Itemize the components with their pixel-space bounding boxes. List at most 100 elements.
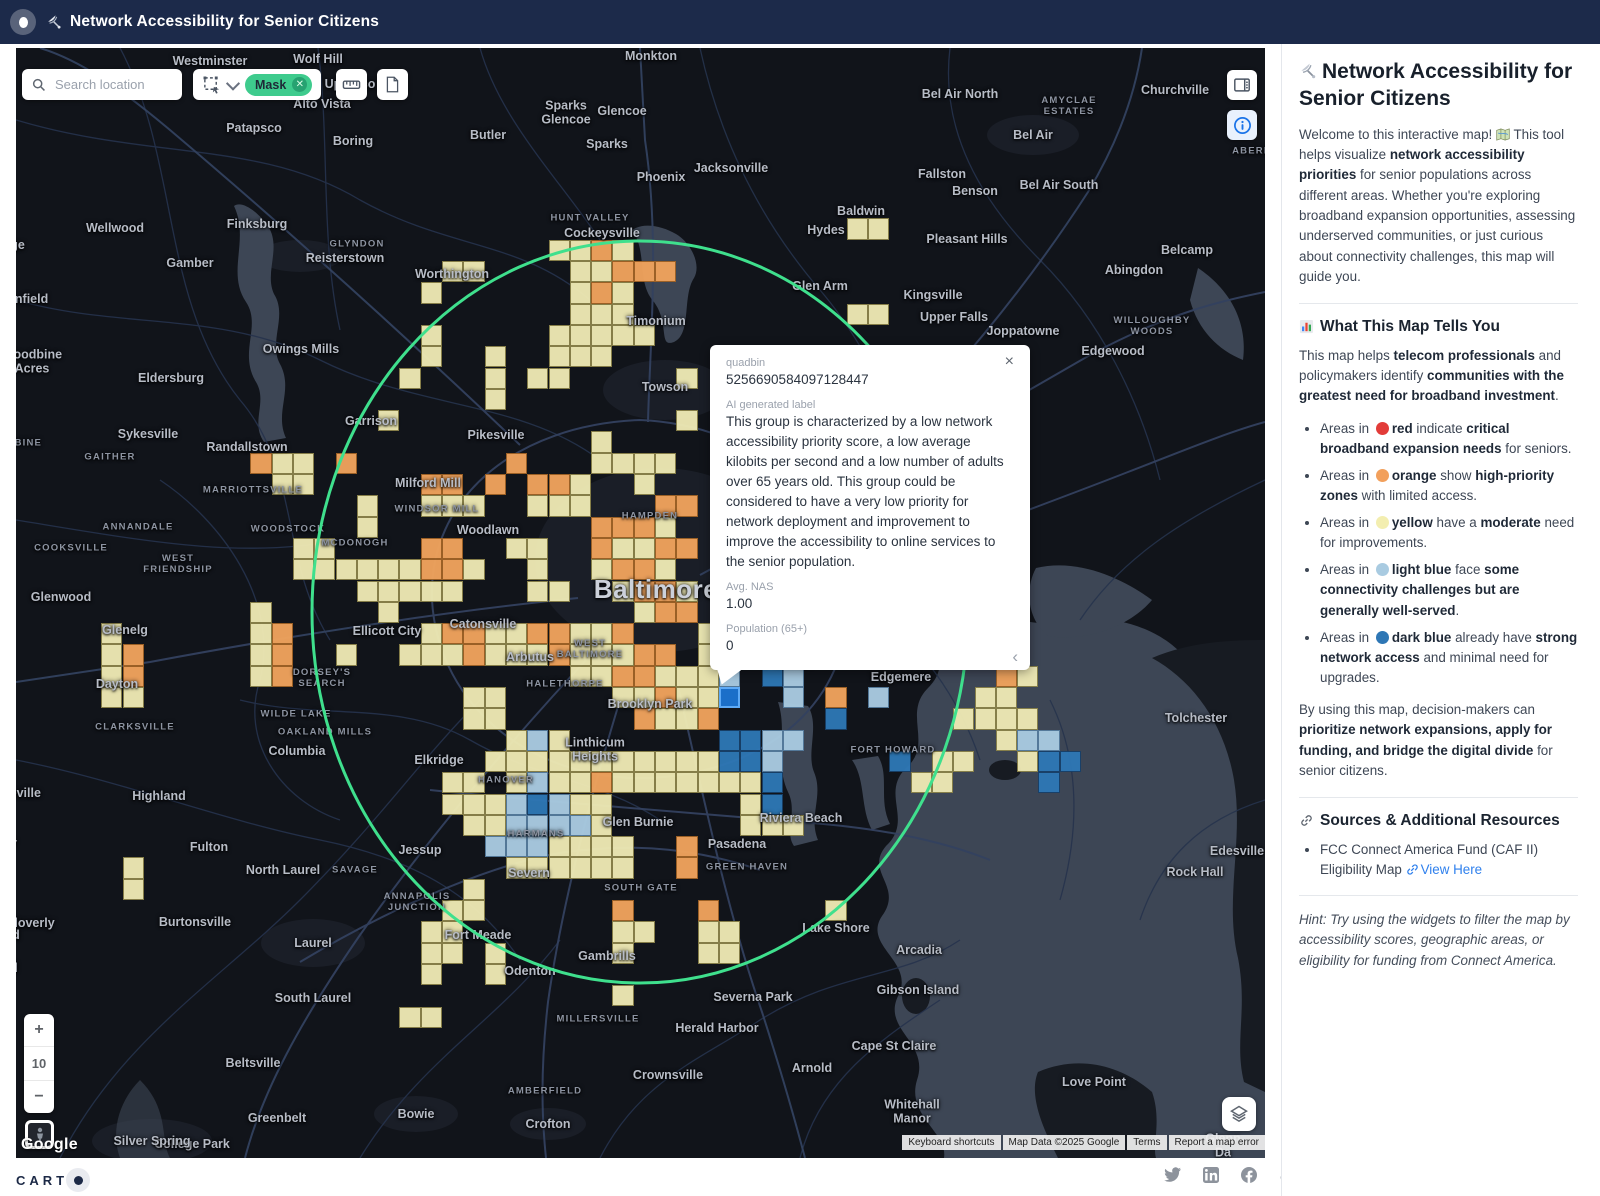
grid-cell[interactable]: [549, 751, 570, 772]
grid-cell[interactable]: [123, 687, 144, 708]
grid-cell[interactable]: [847, 304, 868, 325]
grid-cell[interactable]: [676, 602, 697, 623]
grid-cell[interactable]: [570, 815, 591, 836]
grid-cell[interactable]: [612, 644, 633, 665]
grid-cell[interactable]: [570, 474, 591, 495]
grid-cell[interactable]: [612, 943, 633, 964]
grid-cell[interactable]: [655, 772, 676, 793]
grid-cell[interactable]: [463, 623, 484, 644]
grid-cell[interactable]: [1060, 751, 1081, 772]
grid-cell[interactable]: [591, 346, 612, 367]
grid-cell[interactable]: [442, 581, 463, 602]
grid-cell[interactable]: [634, 474, 655, 495]
grid-cell[interactable]: [250, 453, 271, 474]
map-info-button[interactable]: [1227, 110, 1257, 140]
grid-cell[interactable]: [591, 517, 612, 538]
grid-cell[interactable]: [399, 644, 420, 665]
grid-cell[interactable]: [868, 687, 889, 708]
grid-cell[interactable]: [612, 836, 633, 857]
grid-cell[interactable]: [527, 751, 548, 772]
grid-cell[interactable]: [314, 559, 335, 580]
attribution-item[interactable]: Map Data ©2025 Google: [1003, 1135, 1126, 1150]
grid-cell[interactable]: [442, 772, 463, 793]
grid-cell[interactable]: [442, 559, 463, 580]
grid-cell[interactable]: [655, 261, 676, 282]
search-input[interactable]: [53, 76, 167, 93]
grid-cell[interactable]: [485, 815, 506, 836]
grid-cell[interactable]: [975, 708, 996, 729]
grid-cell[interactable]: [719, 751, 740, 772]
grid-cell[interactable]: [463, 559, 484, 580]
grid-cell[interactable]: [591, 261, 612, 282]
grid-cell[interactable]: [570, 623, 591, 644]
grid-cell[interactable]: [1038, 730, 1059, 751]
grid-cell[interactable]: [868, 304, 889, 325]
grid-cell[interactable]: [698, 772, 719, 793]
grid-cell[interactable]: [549, 772, 570, 793]
search-box[interactable]: [22, 69, 182, 100]
grid-cell[interactable]: [676, 410, 697, 431]
grid-cell[interactable]: [1017, 751, 1038, 772]
zoom-out-button[interactable]: −: [24, 1081, 54, 1113]
grid-cell[interactable]: [591, 644, 612, 665]
grid-cell[interactable]: [612, 304, 633, 325]
grid-cell[interactable]: [612, 751, 633, 772]
attribution-item[interactable]: Keyboard shortcuts: [902, 1135, 1000, 1150]
zoom-in-button[interactable]: +: [24, 1014, 54, 1046]
grid-cell[interactable]: [527, 644, 548, 665]
grid-cell[interactable]: [612, 857, 633, 878]
grid-cell[interactable]: [719, 943, 740, 964]
grid-cell[interactable]: [612, 538, 633, 559]
grid-cell[interactable]: [250, 666, 271, 687]
popup-close-button[interactable]: ×: [999, 353, 1020, 371]
grid-cell[interactable]: [506, 815, 527, 836]
grid-cell[interactable]: [740, 794, 761, 815]
grid-cell[interactable]: [527, 581, 548, 602]
grid-cell[interactable]: [591, 815, 612, 836]
grid-cell[interactable]: [527, 474, 548, 495]
grid-cell[interactable]: [463, 687, 484, 708]
grid-cell[interactable]: [336, 644, 357, 665]
grid-cell[interactable]: [1038, 772, 1059, 793]
grid-cell[interactable]: [676, 836, 697, 857]
grid-cell[interactable]: [676, 772, 697, 793]
grid-cell[interactable]: [506, 857, 527, 878]
grid-cell[interactable]: [442, 900, 463, 921]
grid-cell[interactable]: [570, 666, 591, 687]
polygon-select-icon[interactable]: [202, 75, 221, 94]
measure-tool-button[interactable]: [336, 69, 367, 100]
grid-cell[interactable]: [570, 836, 591, 857]
grid-cell[interactable]: [357, 517, 378, 538]
grid-cell[interactable]: [506, 772, 527, 793]
grid-cell[interactable]: [719, 730, 740, 751]
grid-cell[interactable]: [442, 623, 463, 644]
grid-cell[interactable]: [527, 772, 548, 793]
grid-cell[interactable]: [655, 538, 676, 559]
grid-cell[interactable]: [634, 687, 655, 708]
grid-cell[interactable]: [825, 900, 846, 921]
grid-cell[interactable]: [506, 751, 527, 772]
grid-cell[interactable]: [463, 815, 484, 836]
mask-chip-remove-icon[interactable]: ✕: [292, 77, 307, 92]
grid-cell[interactable]: [549, 730, 570, 751]
attribution-item[interactable]: Report a map error: [1169, 1135, 1265, 1150]
grid-cell[interactable]: [612, 282, 633, 303]
grid-cell[interactable]: [506, 730, 527, 751]
grid-cell[interactable]: [485, 794, 506, 815]
grid-cell[interactable]: [570, 751, 591, 772]
grid-cell[interactable]: [612, 517, 633, 538]
grid-cell[interactable]: [272, 453, 293, 474]
grid-cell[interactable]: [101, 623, 122, 644]
toggle-widgets-panel-button[interactable]: [1227, 70, 1257, 100]
grid-cell[interactable]: [442, 921, 463, 942]
grid-cell[interactable]: [527, 794, 548, 815]
grid-cell[interactable]: [506, 836, 527, 857]
grid-cell[interactable]: [591, 304, 612, 325]
grid-cell[interactable]: [570, 644, 591, 665]
grid-cell[interactable]: [634, 261, 655, 282]
grid-cell[interactable]: [506, 794, 527, 815]
grid-cell[interactable]: [421, 921, 442, 942]
grid-cell[interactable]: [634, 666, 655, 687]
grid-cell[interactable]: [336, 453, 357, 474]
grid-cell[interactable]: [783, 730, 804, 751]
